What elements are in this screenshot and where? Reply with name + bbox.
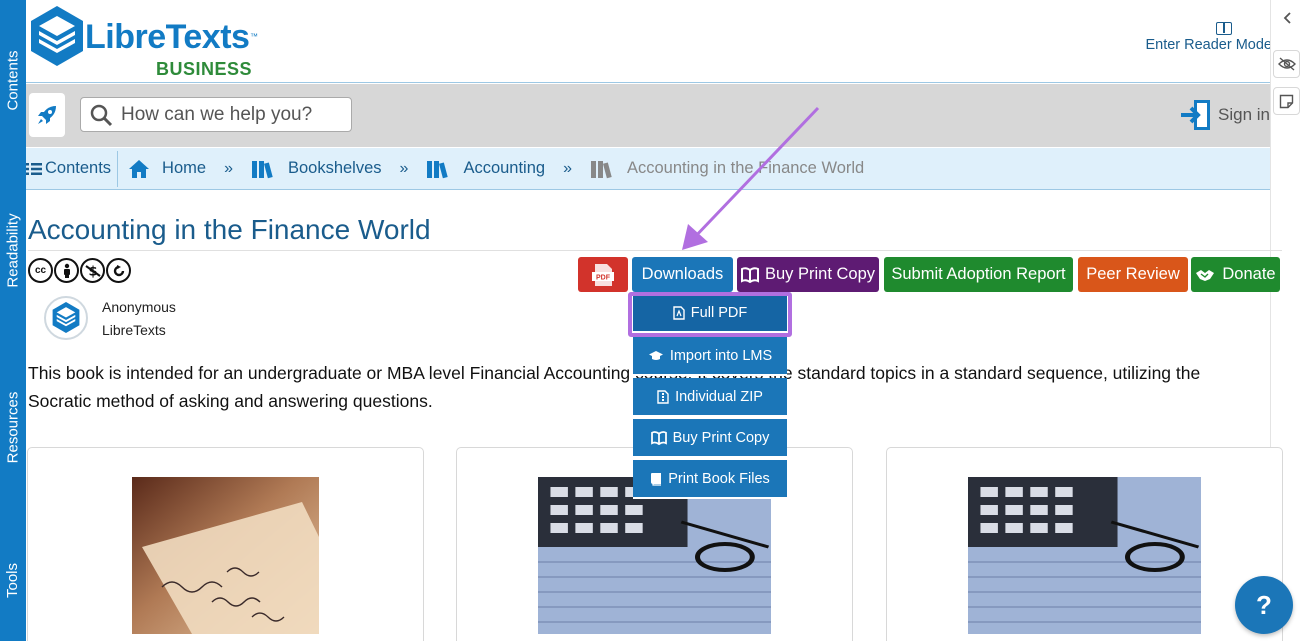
logo-trademark: ™ [250, 32, 258, 41]
site-header: LibreTexts ™ BUSINESS Enter Reader Mode [26, 0, 1272, 83]
buy-print-copy-label: Buy Print Copy [764, 265, 876, 283]
help-label: ? [1256, 589, 1272, 620]
page-title: Accounting in the Finance World [28, 214, 431, 245]
author-organization: LibreTexts [102, 322, 166, 338]
rail-tab-label: Tools [4, 562, 22, 598]
author-avatar[interactable] [44, 296, 88, 340]
rocket-icon [38, 106, 56, 124]
rail-tab-resources[interactable]: Resources [0, 375, 26, 480]
menu-item-buy-print-copy[interactable]: Buy Print Copy [633, 419, 787, 458]
menu-item-label: Individual ZIP [675, 388, 763, 405]
pdf-file-icon: PDF [592, 263, 614, 286]
rail-tab-label: Readability [4, 212, 22, 288]
breadcrumb-home-label: Home [162, 159, 207, 177]
annotation-arrow-icon [682, 106, 820, 250]
logo-mark-icon [31, 6, 83, 66]
calculator-spreadsheet-image [968, 477, 1201, 634]
sign-in-button[interactable]: Sign in [1180, 98, 1270, 132]
search-box [80, 97, 352, 132]
libretexts-logo[interactable]: LibreTexts ™ BUSINESS [28, 4, 268, 79]
rail-tab-label: Contents [4, 49, 22, 111]
menu-item-individual-zip[interactable]: Individual ZIP [633, 378, 787, 417]
donate-label: Donate [1222, 265, 1276, 283]
graduation-cap-icon [648, 350, 664, 362]
submit-adoption-report-button[interactable]: Submit Adoption Report [884, 257, 1073, 292]
breadcrumb-contents-button[interactable]: Contents [26, 150, 119, 187]
by-icon [54, 258, 79, 283]
menu-item-label: Buy Print Copy [672, 429, 770, 446]
open-book-icon [650, 430, 667, 445]
buy-print-copy-button[interactable]: Buy Print Copy [737, 257, 879, 292]
breadcrumb-separator: » [399, 159, 409, 177]
book-open-icon [1216, 22, 1232, 35]
sa-icon [106, 258, 131, 283]
handwritten-note-image [132, 477, 319, 634]
reader-mode-button[interactable]: Enter Reader Mode [1142, 22, 1272, 53]
book-card[interactable] [886, 447, 1283, 641]
breadcrumb-accounting-label: Accounting [463, 159, 546, 177]
full-pdf-highlight [628, 292, 792, 337]
nc-icon: $ [80, 258, 105, 283]
logo-wordmark: LibreTexts [85, 18, 250, 56]
rail-tab-label: Resources [4, 391, 22, 464]
menu-item-print-book-files[interactable]: Print Book Files [633, 460, 787, 499]
downloads-button[interactable]: Downloads [632, 257, 733, 292]
breadcrumb-accounting[interactable]: Accounting [426, 159, 545, 179]
search-bar-row: Sign in [26, 84, 1270, 147]
breadcrumb: Contents Home » Bookshelves » Accounting… [26, 148, 1270, 190]
sticky-note-icon[interactable] [1273, 87, 1300, 115]
calculator-spreadsheet-image [538, 477, 771, 634]
list-icon [26, 162, 42, 175]
rail-tab-contents[interactable]: Contents [0, 30, 26, 130]
book-card[interactable] [27, 447, 424, 641]
menu-item-import-lms[interactable]: Import into LMS [633, 337, 787, 376]
search-input[interactable] [121, 103, 341, 126]
downloads-label: Downloads [641, 265, 724, 283]
logo-subtitle: BUSINESS [156, 59, 253, 79]
bookshelf-icon [251, 160, 273, 178]
breadcrumb-home[interactable]: Home [128, 159, 206, 179]
open-book-icon [740, 266, 759, 283]
title-divider [28, 250, 1282, 251]
bookshelf-icon [590, 160, 612, 178]
breadcrumb-bookshelves[interactable]: Bookshelves [251, 159, 382, 179]
menu-item-label: Print Book Files [668, 470, 770, 487]
handshake-icon [1196, 269, 1215, 281]
help-button[interactable]: ? [1235, 576, 1293, 634]
bookshelf-icon [427, 160, 449, 178]
file-zip-icon [657, 389, 669, 404]
peer-review-button[interactable]: Peer Review [1078, 257, 1188, 292]
collapse-chevron-icon[interactable] [1273, 4, 1300, 32]
home-icon [129, 159, 150, 178]
rail-tab-readability[interactable]: Readability [0, 195, 26, 305]
rocket-button[interactable] [29, 93, 65, 137]
breadcrumb-separator: » [224, 159, 233, 177]
hide-eye-icon[interactable] [1273, 50, 1300, 78]
pdf-icon-label: PDF [596, 274, 611, 281]
menu-item-label: Import into LMS [669, 347, 773, 364]
cc-icon: cc [28, 258, 53, 283]
adoption-report-label: Submit Adoption Report [891, 265, 1066, 283]
libretexts-avatar-icon [52, 302, 80, 333]
rail-tab-tools[interactable]: Tools [0, 545, 26, 615]
breadcrumb-bookshelves-label: Bookshelves [287, 159, 382, 177]
peer-review-label: Peer Review [1086, 265, 1180, 283]
donate-button[interactable]: Donate [1191, 257, 1280, 292]
author-info: Anonymous LibreTexts [102, 296, 176, 342]
search-icon [90, 104, 113, 126]
license-badge[interactable]: cc $ [28, 258, 131, 283]
pdf-button[interactable]: PDF [578, 257, 628, 292]
sign-in-icon [1181, 100, 1211, 130]
left-tab-rail: Contents Readability Resources Tools [0, 0, 26, 641]
book-icon [650, 472, 662, 486]
breadcrumb-contents-label: Contents [45, 159, 112, 177]
reader-mode-label: Enter Reader Mode [1145, 37, 1272, 53]
author-name: Anonymous [102, 299, 176, 315]
breadcrumb-separator: » [563, 159, 572, 177]
sign-in-label: Sign in [1218, 105, 1270, 124]
